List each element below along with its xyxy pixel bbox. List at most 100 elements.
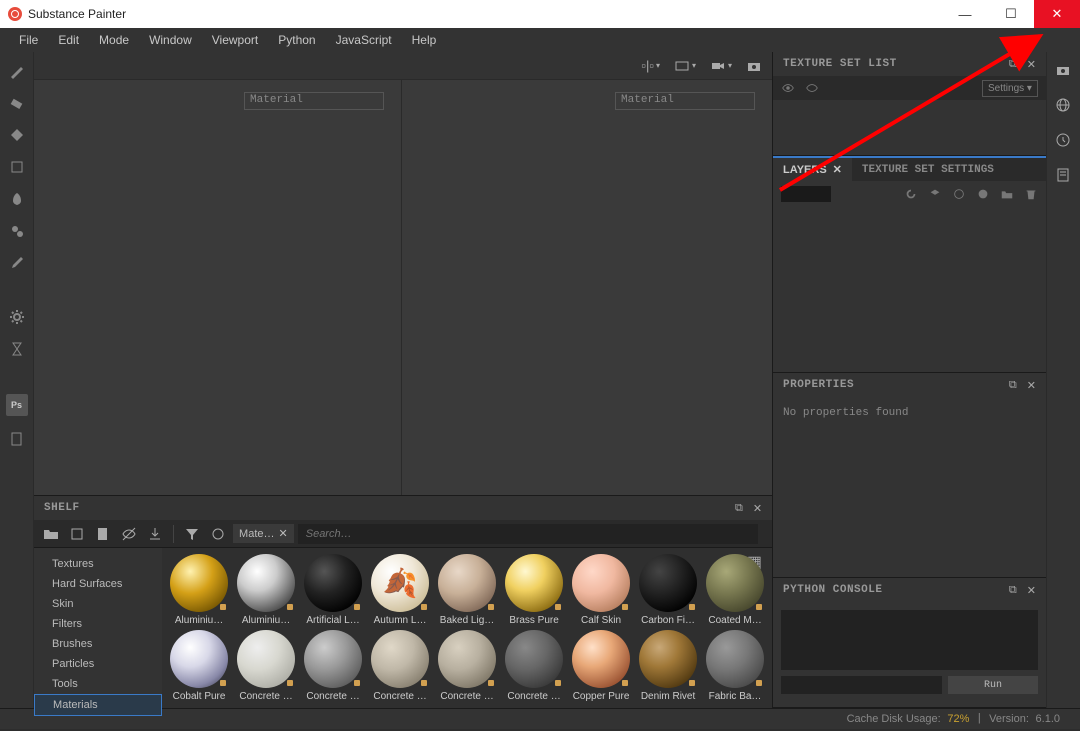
python-progress bbox=[781, 676, 942, 694]
py-popout-icon[interactable]: ⧉ bbox=[1009, 584, 1017, 597]
blend-mode-dropdown[interactable] bbox=[781, 186, 831, 202]
gear-icon[interactable] bbox=[8, 308, 26, 326]
history-icon[interactable] bbox=[1055, 132, 1071, 153]
menu-javascript[interactable]: JavaScript bbox=[327, 30, 401, 50]
reload-icon[interactable] bbox=[904, 187, 918, 201]
log-icon[interactable] bbox=[1055, 167, 1071, 188]
eraser-tool-icon[interactable] bbox=[8, 94, 26, 112]
ps-icon[interactable]: Ps bbox=[6, 394, 28, 416]
add-layer-icon[interactable] bbox=[928, 187, 942, 201]
menu-file[interactable]: File bbox=[10, 30, 47, 50]
material-item[interactable]: Concrete … bbox=[302, 630, 364, 702]
menu-mode[interactable]: Mode bbox=[90, 30, 138, 50]
shelf-search-input[interactable] bbox=[298, 524, 758, 544]
cat-filters[interactable]: Filters bbox=[34, 614, 162, 634]
material-picker-icon[interactable] bbox=[8, 254, 26, 272]
material-item[interactable]: Carbon Fi… bbox=[637, 554, 699, 626]
material-label-3d[interactable]: Material bbox=[244, 92, 384, 110]
save-icon[interactable] bbox=[92, 523, 114, 545]
viewport-2d[interactable]: Material bbox=[405, 80, 772, 495]
tsl-close-icon[interactable]: ✕ bbox=[1027, 58, 1036, 71]
maximize-button[interactable]: ☐ bbox=[988, 0, 1034, 28]
props-close-icon[interactable]: ✕ bbox=[1027, 379, 1036, 392]
hourglass-icon[interactable] bbox=[8, 340, 26, 358]
python-console-input[interactable] bbox=[781, 610, 1038, 670]
cat-brushes[interactable]: Brushes bbox=[34, 634, 162, 654]
shelf-close-icon[interactable]: ✕ bbox=[753, 502, 762, 515]
properties-title: PROPERTIES bbox=[783, 379, 854, 391]
viewport-3d[interactable]: Material bbox=[34, 80, 402, 495]
material-item[interactable]: Calf Skin bbox=[570, 554, 632, 626]
import-icon[interactable] bbox=[144, 523, 166, 545]
material-item[interactable]: Cobalt Pure bbox=[168, 630, 230, 702]
filter-tag[interactable]: Mate…✕ bbox=[233, 524, 294, 543]
py-close-icon[interactable]: ✕ bbox=[1027, 584, 1036, 597]
menu-python[interactable]: Python bbox=[269, 30, 324, 50]
shelf-popout-icon[interactable]: ⧉ bbox=[735, 502, 743, 515]
effect-icon[interactable] bbox=[976, 187, 990, 201]
material-item[interactable]: Concrete … bbox=[369, 630, 431, 702]
material-item[interactable]: Denim Rivet bbox=[637, 630, 699, 702]
material-item[interactable]: Brass Pure bbox=[503, 554, 565, 626]
camera-icon[interactable] bbox=[1055, 62, 1071, 83]
tab-layers[interactable]: LAYERS✕ bbox=[773, 158, 852, 181]
polygon-fill-tool-icon[interactable] bbox=[8, 158, 26, 176]
python-run-button[interactable]: Run bbox=[948, 676, 1038, 694]
mask-icon[interactable] bbox=[952, 187, 966, 201]
material-item[interactable]: Baked Lig… bbox=[436, 554, 498, 626]
layers-panel: LAYERS✕ TEXTURE SET SETTINGS bbox=[773, 156, 1046, 373]
trash-icon[interactable] bbox=[1024, 187, 1038, 201]
minimize-button[interactable]: — bbox=[942, 0, 988, 28]
circle-icon[interactable] bbox=[207, 523, 229, 545]
folder-icon[interactable] bbox=[40, 523, 62, 545]
globe-icon[interactable] bbox=[1055, 97, 1071, 118]
material-item[interactable]: Coated M… bbox=[704, 554, 766, 626]
material-label-2d[interactable]: Material bbox=[615, 92, 755, 110]
cat-skin[interactable]: Skin bbox=[34, 594, 162, 614]
new-icon[interactable] bbox=[66, 523, 88, 545]
material-item[interactable]: Copper Pure bbox=[570, 630, 632, 702]
viewports[interactable]: Material Material bbox=[34, 80, 772, 495]
cat-particles[interactable]: Particles bbox=[34, 654, 162, 674]
material-item[interactable]: Aluminiu… bbox=[235, 554, 297, 626]
filter-icon[interactable] bbox=[181, 523, 203, 545]
menu-help[interactable]: Help bbox=[403, 30, 446, 50]
material-item[interactable]: Concrete … bbox=[235, 630, 297, 702]
symmetry-icon[interactable]: ▫|▫ ▾ bbox=[641, 58, 660, 73]
material-item[interactable]: Concrete … bbox=[503, 630, 565, 702]
close-button[interactable]: ✕ bbox=[1034, 0, 1080, 28]
material-item[interactable]: 🍂Autumn L… bbox=[369, 554, 431, 626]
cat-tools[interactable]: Tools bbox=[34, 674, 162, 694]
folder-layer-icon[interactable] bbox=[1000, 187, 1014, 201]
perspective-icon[interactable]: ▾ bbox=[674, 58, 696, 74]
python-title: PYTHON CONSOLE bbox=[783, 584, 882, 596]
hide-icon[interactable] bbox=[118, 523, 140, 545]
material-item[interactable]: Concrete … bbox=[436, 630, 498, 702]
cat-hard-surfaces[interactable]: Hard Surfaces bbox=[34, 574, 162, 594]
shelf-title: SHELF bbox=[44, 502, 80, 514]
tab-texture-set-settings[interactable]: TEXTURE SET SETTINGS bbox=[852, 158, 1004, 181]
props-popout-icon[interactable]: ⧉ bbox=[1009, 379, 1017, 392]
cat-textures[interactable]: Textures bbox=[34, 554, 162, 574]
shelf-panel: SHELF ⧉ ✕ Mate…✕ Textures bbox=[34, 495, 772, 708]
camera-video-icon[interactable]: ▾ bbox=[710, 58, 732, 74]
clone-tool-icon[interactable] bbox=[8, 222, 26, 240]
brush-tool-icon[interactable] bbox=[8, 62, 26, 80]
eye-icon[interactable] bbox=[781, 81, 795, 95]
document-icon[interactable] bbox=[8, 430, 26, 448]
material-item[interactable]: Aluminiu… bbox=[168, 554, 230, 626]
eye-outline-icon[interactable] bbox=[805, 81, 819, 95]
material-item[interactable]: Artificial L… bbox=[302, 554, 364, 626]
cat-materials[interactable]: Materials bbox=[34, 694, 162, 716]
tab-close-icon[interactable]: ✕ bbox=[833, 163, 842, 176]
menu-viewport[interactable]: Viewport bbox=[203, 30, 267, 50]
menu-window[interactable]: Window bbox=[140, 30, 201, 50]
shelf-categories: Textures Hard Surfaces Skin Filters Brus… bbox=[34, 548, 162, 708]
camera-photo-icon[interactable] bbox=[746, 58, 762, 74]
smudge-tool-icon[interactable] bbox=[8, 190, 26, 208]
tsl-settings-dropdown[interactable]: Settings ▾ bbox=[982, 80, 1038, 97]
material-item[interactable]: Fabric Ba… bbox=[704, 630, 766, 702]
menu-edit[interactable]: Edit bbox=[49, 30, 88, 50]
tsl-popout-icon[interactable]: ⧉ bbox=[1009, 58, 1017, 71]
projection-tool-icon[interactable] bbox=[8, 126, 26, 144]
